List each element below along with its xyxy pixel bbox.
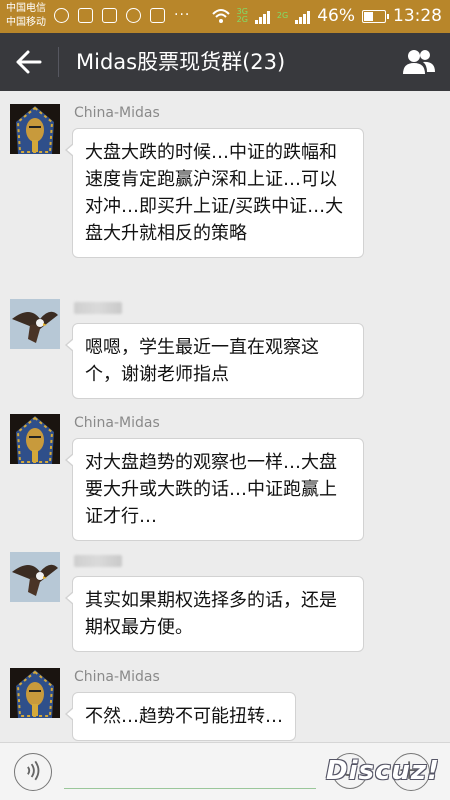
net-2g-label-b: 2G	[276, 11, 289, 20]
voice-button[interactable]	[14, 753, 52, 791]
network-type-1: 3G 2G	[237, 8, 248, 24]
message-input[interactable]	[64, 755, 316, 789]
qq-notification-icon	[126, 8, 141, 23]
status-bar: 中国电信 中国移动 ··· 3G 2G 2G 46% 13:28	[0, 0, 450, 33]
sender-avatar[interactable]	[10, 104, 60, 154]
eagle-avatar-icon	[10, 552, 60, 602]
notification-icons: ···	[54, 8, 190, 23]
carrier-2: 中国移动	[6, 17, 46, 28]
message-bubble[interactable]: 对大盘趋势的观察也一样…大盘要大升或大跌的话…中证跑赢上证才行…	[65, 438, 364, 541]
sender-avatar[interactable]	[10, 552, 60, 602]
chat-notification-icon	[54, 8, 69, 23]
pharaoh-avatar-icon	[10, 414, 60, 464]
chat-title: Midas股票现货群(23)	[76, 50, 286, 74]
network-type-2: 2G	[277, 12, 288, 20]
pharaoh-avatar-icon	[10, 104, 60, 154]
clock: 13:28	[393, 6, 442, 26]
message-bubble[interactable]: 嗯嗯，学生最近一直在观察这个，谢谢老师指点	[65, 323, 364, 399]
signal-2-icon	[295, 8, 311, 24]
group-members-icon[interactable]	[402, 46, 436, 78]
net-2g-label-a: 2G	[236, 15, 248, 24]
more-notifications-icon: ···	[174, 7, 191, 23]
sender-avatar[interactable]	[10, 668, 60, 718]
sender-avatar[interactable]	[10, 414, 60, 464]
battery-icon	[362, 9, 389, 23]
carrier-labels: 中国电信 中国移动	[6, 2, 46, 30]
battery-percent: 46%	[317, 6, 355, 26]
message-bubble[interactable]: 其实如果期权选择多的话，还是期权最方便。	[65, 576, 364, 652]
sender-name-blurred	[74, 555, 122, 567]
pharaoh-avatar-icon	[10, 668, 60, 718]
image-notification-icon	[78, 8, 93, 23]
watermark: Discuz!	[326, 756, 440, 786]
sender-avatar[interactable]	[10, 299, 60, 349]
title-bar: Midas股票现货群(23)	[0, 33, 450, 91]
chat-area[interactable]: China-Midas 大盘大跌的时候…中证的跌幅和速度肯定跑赢沪深和上证…可以…	[0, 91, 450, 742]
sender-name: China-Midas	[74, 105, 160, 121]
voice-wave-icon	[27, 760, 40, 781]
eagle-avatar-icon	[10, 299, 60, 349]
title-divider	[58, 47, 59, 77]
signal-1-icon	[254, 8, 270, 24]
photo-notification-icon	[102, 8, 117, 23]
battery-fill	[364, 11, 373, 21]
clean-notification-icon	[150, 8, 165, 23]
message-bubble[interactable]: 大盘大跌的时候…中证的跌幅和速度肯定跑赢沪深和上证…可以对冲…即买升上证/买跌中…	[65, 128, 364, 258]
message-bubble[interactable]: 不然…趋势不可能扭转…	[65, 692, 296, 741]
sender-name-blurred	[74, 302, 122, 314]
back-arrow-icon[interactable]	[12, 47, 46, 77]
sender-name: China-Midas	[74, 669, 160, 685]
status-right: 3G 2G 2G 46% 13:28	[211, 6, 442, 26]
sender-name: China-Midas	[74, 415, 160, 431]
carrier-1: 中国电信	[6, 3, 46, 14]
wifi-icon	[211, 9, 230, 23]
